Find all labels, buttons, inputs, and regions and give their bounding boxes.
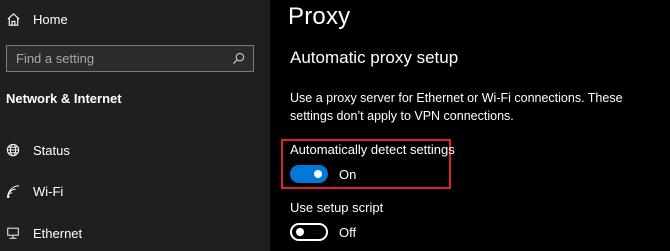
search-icon[interactable] — [232, 52, 245, 65]
sidebar-item-status[interactable]: Status — [6, 140, 70, 160]
sidebar-item-label: Wi-Fi — [33, 183, 64, 199]
toggle-knob — [314, 170, 322, 178]
setup-script-row: Off — [290, 223, 356, 241]
globe-icon — [6, 143, 20, 157]
auto-detect-label: Automatically detect settings — [290, 142, 455, 157]
search-box[interactable] — [6, 45, 254, 72]
auto-detect-state: On — [339, 166, 357, 182]
wifi-icon — [6, 184, 20, 198]
search-input[interactable] — [16, 51, 232, 66]
toggle-knob — [296, 228, 304, 236]
page-title: Proxy — [288, 3, 351, 30]
sidebar-item-label: Status — [33, 142, 70, 158]
sidebar-item-label: Ethernet — [33, 225, 83, 241]
setup-script-state: Off — [339, 224, 357, 240]
setup-script-toggle[interactable] — [290, 223, 328, 241]
section-title: Network & Internet — [6, 91, 122, 106]
setup-script-label: Use setup script — [290, 200, 384, 215]
main-panel: Proxy Automatic proxy setup Use a proxy … — [270, 0, 670, 251]
section-heading: Automatic proxy setup — [290, 48, 459, 67]
sidebar-item-wifi[interactable]: Wi-Fi — [6, 181, 63, 201]
ethernet-icon — [6, 226, 20, 240]
nav-home-label: Home — [33, 11, 68, 27]
auto-detect-toggle[interactable] — [290, 165, 328, 183]
home-icon — [6, 12, 21, 27]
sidebar: Home Network & Internet Status — [0, 0, 270, 251]
description-text: Use a proxy server for Ethernet or Wi-Fi… — [290, 91, 623, 123]
sidebar-item-ethernet[interactable]: Ethernet — [6, 223, 82, 243]
auto-detect-row: On — [290, 165, 356, 183]
nav-home[interactable]: Home — [6, 9, 68, 29]
